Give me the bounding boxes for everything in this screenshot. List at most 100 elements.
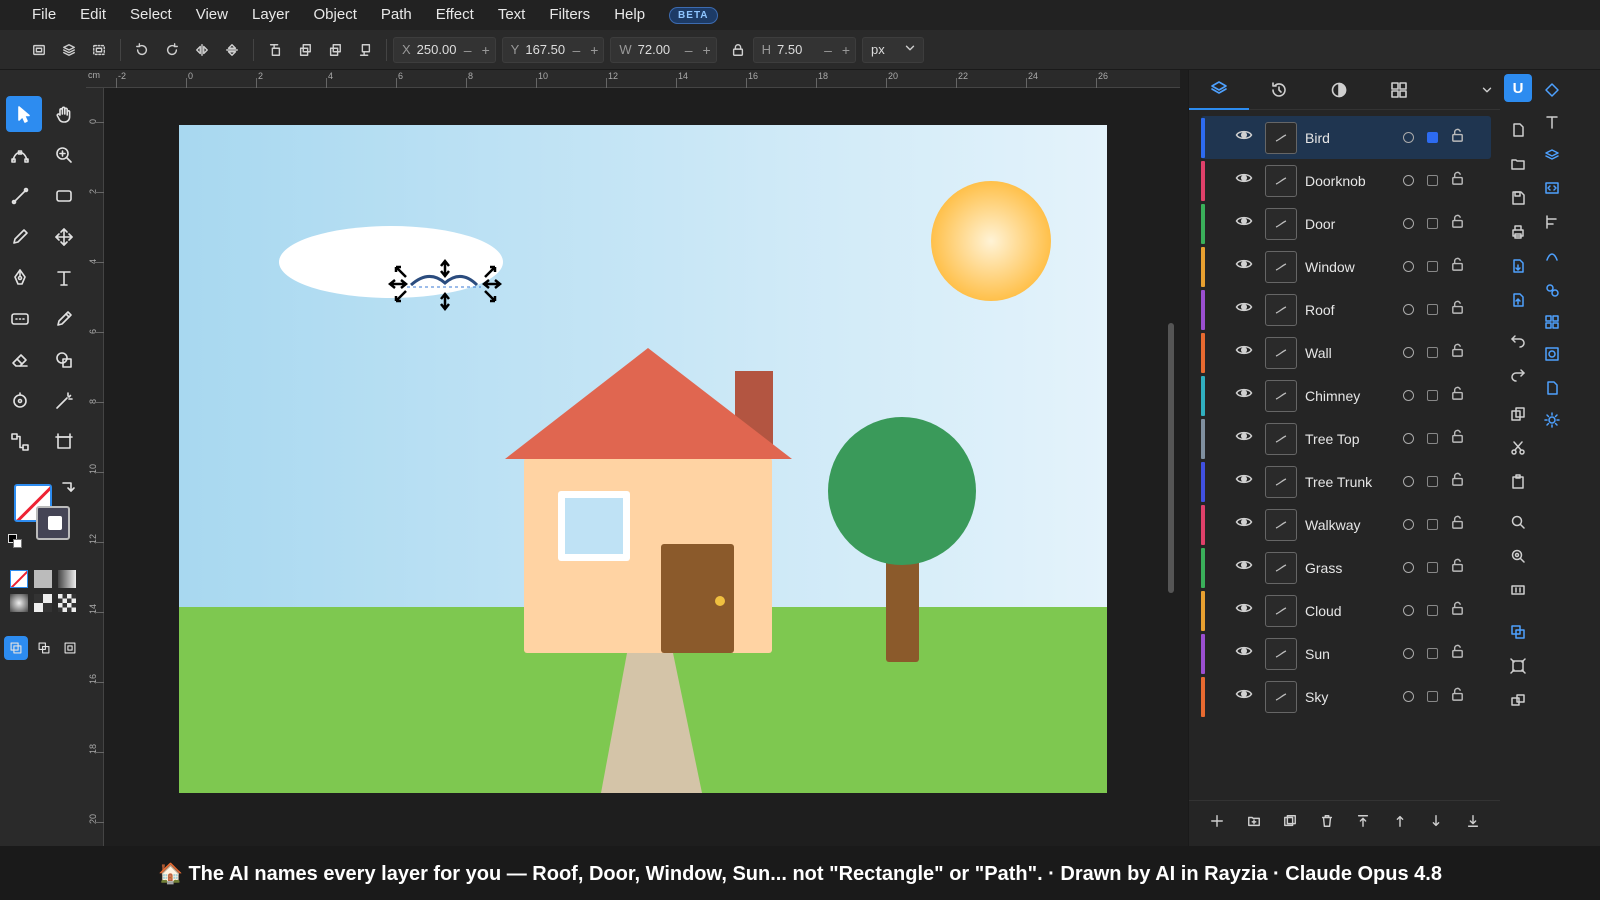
add-layer-icon[interactable] [1210, 814, 1224, 833]
layer-radio[interactable] [1403, 218, 1414, 229]
line-tool-icon[interactable] [2, 178, 38, 214]
node-tool-icon[interactable] [2, 137, 38, 173]
open-folder-icon[interactable] [1506, 152, 1530, 176]
select-tool-icon[interactable] [6, 96, 42, 132]
eye-icon[interactable] [1235, 642, 1253, 665]
tree-trunk-shape[interactable] [886, 550, 919, 662]
copy-icon[interactable] [1506, 402, 1530, 426]
eye-icon[interactable] [1235, 384, 1253, 407]
layer-row[interactable]: Sun [1201, 632, 1491, 675]
menu-object[interactable]: Object [302, 0, 369, 30]
flip-horizontal-icon[interactable] [187, 35, 217, 65]
rectangle-tool-icon[interactable] [46, 178, 82, 214]
layer-row[interactable]: Window [1201, 245, 1491, 288]
paste-icon[interactable] [1506, 470, 1530, 494]
lock-icon[interactable] [1450, 687, 1465, 707]
paint-radial-button[interactable] [10, 594, 28, 612]
paint-none-button[interactable] [10, 570, 28, 588]
eye-icon[interactable] [1235, 298, 1253, 321]
eraser-tool-icon[interactable] [2, 342, 38, 378]
y-decrement[interactable]: – [567, 42, 585, 58]
w-decrement[interactable]: – [680, 42, 698, 58]
layer-row[interactable]: Cloud [1201, 589, 1491, 632]
layer-name[interactable]: Sun [1305, 646, 1401, 662]
eye-icon[interactable] [1235, 341, 1253, 364]
layer-name[interactable]: Roof [1305, 302, 1401, 318]
pen-tool-icon[interactable] [2, 260, 38, 296]
pencil-tool-icon[interactable] [2, 219, 38, 255]
layer-radio[interactable] [1403, 304, 1414, 315]
menu-path[interactable]: Path [369, 0, 424, 30]
layer-radio[interactable] [1403, 519, 1414, 530]
diamond-icon[interactable] [1540, 78, 1564, 102]
zoom-drawing-icon[interactable] [1506, 544, 1530, 568]
doorknob-shape[interactable] [715, 596, 725, 606]
layer-name[interactable]: Tree Top [1305, 431, 1401, 447]
textbox-tool-icon[interactable] [2, 301, 38, 337]
layer-name[interactable]: Tree Trunk [1305, 474, 1401, 490]
layer-radio[interactable] [1403, 347, 1414, 358]
menu-layer[interactable]: Layer [240, 0, 302, 30]
x-decrement[interactable]: – [459, 42, 477, 58]
lock-icon[interactable] [1450, 386, 1465, 406]
preferences-icon[interactable] [1540, 408, 1564, 432]
tree-top-shape[interactable] [828, 417, 976, 565]
snap-enable-icon[interactable] [4, 636, 28, 660]
menu-filters[interactable]: Filters [537, 0, 602, 30]
eye-icon[interactable] [1235, 685, 1253, 708]
layer-row[interactable]: Grass [1201, 546, 1491, 589]
zoom-1to1-icon[interactable] [1506, 578, 1530, 602]
menu-file[interactable]: File [20, 0, 68, 30]
y-value[interactable]: 167.50 [525, 42, 567, 57]
symbols-icon[interactable] [1540, 278, 1564, 302]
y-increment[interactable]: + [585, 42, 603, 58]
shape-builder-tool-icon[interactable] [46, 342, 82, 378]
flip-vertical-icon[interactable] [217, 35, 247, 65]
menu-effect[interactable]: Effect [424, 0, 486, 30]
lock-icon[interactable] [1450, 257, 1465, 277]
layer-row[interactable]: Roof [1201, 288, 1491, 331]
layers-stack-icon[interactable] [54, 35, 84, 65]
lock-icon[interactable] [1450, 128, 1465, 148]
h-decrement[interactable]: – [819, 42, 837, 58]
group-icon[interactable] [1506, 620, 1530, 644]
layer-checkbox[interactable] [1427, 347, 1438, 358]
tab-layers[interactable] [1189, 70, 1249, 110]
lock-icon[interactable] [1450, 601, 1465, 621]
lock-icon[interactable] [1450, 300, 1465, 320]
layer-name[interactable]: Walkway [1305, 517, 1401, 533]
lock-icon[interactable] [1450, 558, 1465, 578]
layer-name[interactable]: Door [1305, 216, 1401, 232]
layer-row[interactable]: Walkway [1201, 503, 1491, 546]
unit-select[interactable]: px [862, 36, 925, 63]
menu-help[interactable]: Help [602, 0, 657, 30]
layer-checkbox[interactable] [1427, 433, 1438, 444]
layer-name[interactable]: Window [1305, 259, 1401, 275]
layer-row[interactable]: Doorknob [1201, 159, 1491, 202]
x-field[interactable]: X 250.00 – + [393, 36, 496, 63]
layer-checkbox[interactable] [1427, 132, 1438, 143]
canvas-area[interactable] [104, 88, 1180, 846]
layer-name[interactable]: Bird [1305, 130, 1401, 146]
new-document-icon[interactable] [1506, 118, 1530, 142]
export-icon[interactable] [1506, 288, 1530, 312]
fill-stroke-icon[interactable] [1540, 244, 1564, 268]
layer-name[interactable]: Wall [1305, 345, 1401, 361]
layer-name[interactable]: Grass [1305, 560, 1401, 576]
duplicate-layer-icon[interactable] [1283, 814, 1297, 833]
layer-radio[interactable] [1403, 691, 1414, 702]
tab-components[interactable] [1369, 70, 1429, 110]
tab-history[interactable] [1249, 70, 1309, 110]
layer-checkbox[interactable] [1427, 476, 1438, 487]
layer-checkbox[interactable] [1427, 175, 1438, 186]
h-value[interactable]: 7.50 [777, 42, 819, 57]
eye-icon[interactable] [1235, 427, 1253, 450]
undo-icon[interactable] [1506, 328, 1530, 352]
layer-radio[interactable] [1403, 433, 1414, 444]
magic-wand-tool-icon[interactable] [46, 383, 82, 419]
layer-checkbox[interactable] [1427, 261, 1438, 272]
raise-to-top-icon[interactable] [260, 35, 290, 65]
paint-flat-button[interactable] [34, 570, 52, 588]
snap-bbox-icon[interactable] [58, 636, 82, 660]
layer-row[interactable]: Wall [1201, 331, 1491, 374]
